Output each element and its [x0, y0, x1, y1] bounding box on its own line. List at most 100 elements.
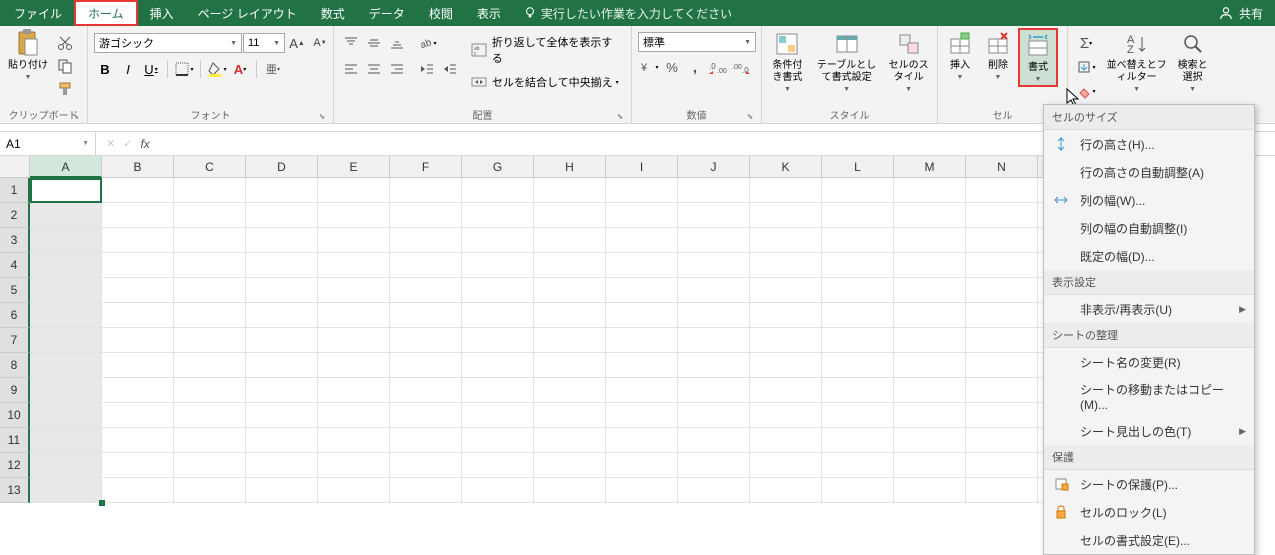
cell[interactable]: [534, 178, 606, 203]
cell[interactable]: [534, 228, 606, 253]
cell[interactable]: [750, 353, 822, 378]
cell[interactable]: [966, 203, 1038, 228]
cell[interactable]: [174, 178, 246, 203]
cell[interactable]: [174, 328, 246, 353]
cell[interactable]: [318, 203, 390, 228]
cell[interactable]: [174, 378, 246, 403]
cell[interactable]: [966, 303, 1038, 328]
cell[interactable]: [894, 378, 966, 403]
cell[interactable]: [246, 178, 318, 203]
cell[interactable]: [102, 178, 174, 203]
cell[interactable]: [462, 203, 534, 228]
cell[interactable]: [246, 303, 318, 328]
select-all-corner[interactable]: [0, 156, 30, 178]
conditional-format-button[interactable]: 条件付き書式▼: [766, 28, 809, 95]
cell[interactable]: [822, 253, 894, 278]
cell[interactable]: [390, 253, 462, 278]
cell[interactable]: [390, 428, 462, 453]
cell[interactable]: [606, 428, 678, 453]
cell[interactable]: [678, 353, 750, 378]
cell[interactable]: [822, 178, 894, 203]
cell[interactable]: [750, 403, 822, 428]
tab-home[interactable]: ホーム: [74, 0, 138, 26]
cell[interactable]: [390, 328, 462, 353]
cell[interactable]: [534, 403, 606, 428]
align-center-button[interactable]: [363, 58, 385, 80]
wrap-text-button[interactable]: abc 折り返して全体を表示する: [467, 32, 625, 68]
cell[interactable]: [390, 278, 462, 303]
cell[interactable]: [174, 478, 246, 503]
column-header[interactable]: L: [822, 156, 894, 178]
row-header[interactable]: 3: [0, 228, 30, 253]
cell[interactable]: [894, 303, 966, 328]
cell[interactable]: [318, 278, 390, 303]
dd-row-height[interactable]: 行の高さ(H)...: [1044, 130, 1254, 158]
cell[interactable]: [966, 353, 1038, 378]
cell[interactable]: [174, 428, 246, 453]
cell[interactable]: [30, 228, 102, 253]
cell[interactable]: [822, 453, 894, 478]
cell[interactable]: [750, 178, 822, 203]
cell[interactable]: [678, 178, 750, 203]
cell[interactable]: [750, 428, 822, 453]
cell[interactable]: [822, 403, 894, 428]
cell[interactable]: [318, 253, 390, 278]
insert-cells-button[interactable]: 挿入▼: [942, 28, 978, 83]
cell[interactable]: [750, 453, 822, 478]
cell[interactable]: [102, 353, 174, 378]
increase-indent-button[interactable]: [439, 58, 461, 80]
cell[interactable]: [894, 428, 966, 453]
cell[interactable]: [318, 303, 390, 328]
cell[interactable]: [606, 478, 678, 503]
cell[interactable]: [246, 378, 318, 403]
cell[interactable]: [462, 378, 534, 403]
row-header[interactable]: 10: [0, 403, 30, 428]
delete-cells-button[interactable]: 削除▼: [980, 28, 1016, 83]
cell[interactable]: [606, 328, 678, 353]
tab-file[interactable]: ファイル: [2, 0, 74, 26]
cell[interactable]: [102, 328, 174, 353]
cell[interactable]: [30, 403, 102, 428]
cell[interactable]: [462, 478, 534, 503]
row-header[interactable]: 4: [0, 253, 30, 278]
cell[interactable]: [30, 253, 102, 278]
cell[interactable]: [966, 378, 1038, 403]
cell[interactable]: [462, 278, 534, 303]
column-header[interactable]: K: [750, 156, 822, 178]
cell[interactable]: [30, 428, 102, 453]
fx-icon[interactable]: fx: [140, 137, 149, 151]
cell[interactable]: [102, 478, 174, 503]
cell[interactable]: [678, 253, 750, 278]
border-button[interactable]: ▾: [173, 58, 195, 80]
alignment-launcher[interactable]: ⬊: [615, 112, 625, 122]
cell[interactable]: [606, 453, 678, 478]
sort-filter-button[interactable]: AZ 並べ替えとフィルター▼: [1102, 28, 1171, 95]
cell[interactable]: [102, 203, 174, 228]
bold-button[interactable]: B: [94, 58, 116, 80]
cell[interactable]: [534, 478, 606, 503]
find-select-button[interactable]: 検索と選択▼: [1173, 28, 1212, 95]
font-launcher[interactable]: ⬊: [317, 112, 327, 122]
increase-decimal-button[interactable]: .0.00: [707, 56, 729, 78]
cell[interactable]: [894, 228, 966, 253]
cell[interactable]: [390, 228, 462, 253]
column-header[interactable]: D: [246, 156, 318, 178]
cell[interactable]: [534, 203, 606, 228]
cell[interactable]: [246, 453, 318, 478]
share-button[interactable]: 共有: [1219, 5, 1273, 22]
copy-button[interactable]: [54, 55, 76, 77]
dd-autofit-row-height[interactable]: 行の高さの自動調整(A): [1044, 158, 1254, 186]
cell[interactable]: [462, 453, 534, 478]
align-bottom-button[interactable]: [386, 32, 408, 54]
cell[interactable]: [318, 328, 390, 353]
font-size-combo[interactable]: 11▼: [243, 33, 285, 53]
cell[interactable]: [966, 403, 1038, 428]
cell[interactable]: [678, 228, 750, 253]
cell[interactable]: [822, 203, 894, 228]
cell[interactable]: [318, 228, 390, 253]
cell[interactable]: [462, 353, 534, 378]
merge-center-button[interactable]: セルを結合して中央揃え ▾: [467, 72, 625, 92]
cell[interactable]: [390, 203, 462, 228]
column-header[interactable]: M: [894, 156, 966, 178]
column-header[interactable]: A: [30, 156, 102, 178]
